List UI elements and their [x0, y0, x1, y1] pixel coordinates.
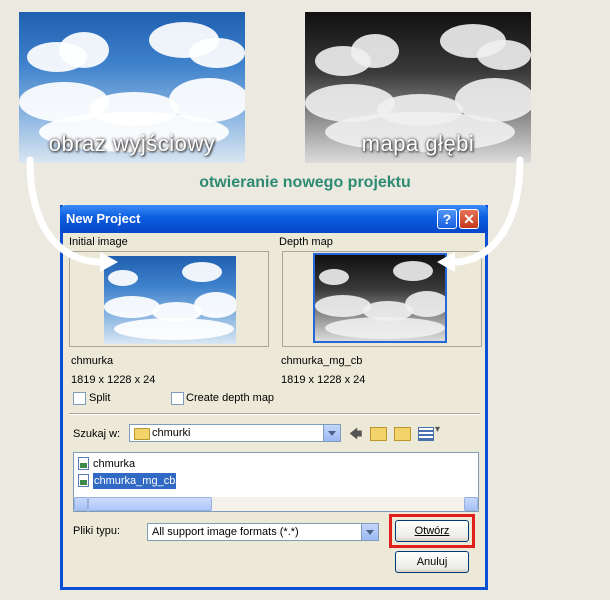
right-curved-arrow: [451, 156, 524, 266]
left-arrow-head: [100, 252, 118, 272]
right-arrow-head: [437, 252, 455, 272]
left-curved-arrow: [26, 156, 104, 266]
pointer-arrows: [26, 156, 524, 272]
